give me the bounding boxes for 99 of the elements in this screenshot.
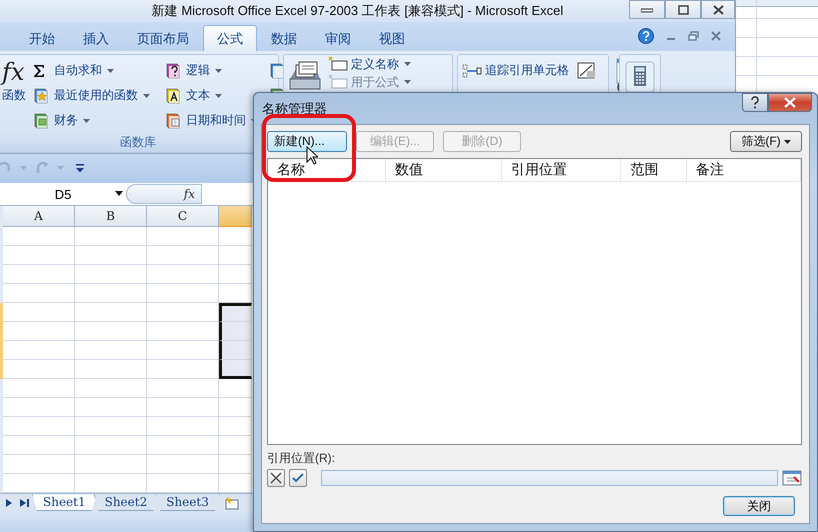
column-header[interactable]: A	[3, 206, 75, 228]
maximize-button[interactable]	[665, 0, 701, 19]
cancel-button[interactable]	[267, 469, 285, 487]
ribbon-tab[interactable]: 插入	[69, 25, 123, 52]
sheet-tab[interactable]: Sheet1	[32, 494, 97, 512]
last-sheet-icon[interactable]	[20, 499, 29, 508]
row-header[interactable]	[0, 265, 3, 284]
minimize-button[interactable]	[629, 0, 665, 19]
caret-icon	[215, 94, 222, 98]
book-icon	[164, 86, 182, 105]
row-header[interactable]	[0, 227, 3, 246]
row-header[interactable]	[0, 398, 3, 418]
function-icon[interactable]: fx	[2, 57, 24, 88]
group-label: 函数库	[119, 134, 157, 150]
row-header[interactable]	[0, 455, 3, 474]
row-header[interactable]	[0, 417, 3, 436]
error-check-icon[interactable]	[577, 62, 597, 80]
cross-icon	[270, 472, 282, 484]
column-header[interactable]: 引用位置	[502, 159, 622, 181]
column-header[interactable]: 备注	[686, 159, 802, 181]
redo-icon[interactable]	[35, 161, 49, 176]
ribbon-menu-button[interactable]: 逻辑	[186, 62, 210, 80]
refers-to-field[interactable]	[320, 470, 778, 486]
insert-function-button[interactable]: 函数	[2, 87, 26, 104]
ribbon-menu-button[interactable]: 财务	[54, 112, 78, 130]
caret-icon	[404, 80, 411, 84]
customize-icon[interactable]	[76, 164, 84, 173]
ribbon-tab[interactable]: 公式	[203, 25, 257, 52]
column-header[interactable]	[219, 206, 252, 228]
close-icon[interactable]	[711, 30, 721, 41]
pointer-icon	[306, 146, 318, 165]
dropdown-icon[interactable]	[115, 191, 123, 196]
define-name-icon[interactable]	[328, 56, 348, 72]
row-header[interactable]	[0, 284, 3, 304]
ribbon-menu-button[interactable]: 定义名称	[351, 56, 399, 73]
ribbon-menu-button[interactable]: 最近使用的函数	[54, 87, 138, 104]
help-icon[interactable]	[638, 28, 654, 44]
trace-arrow-icon[interactable]	[462, 64, 482, 78]
column-header[interactable]: 数值	[386, 159, 502, 181]
caret-icon	[215, 68, 222, 73]
filter-button[interactable]: 筛选(F)	[730, 131, 802, 152]
close-icon	[783, 97, 797, 108]
ribbon-menu-button[interactable]: 日期和时间	[186, 112, 246, 130]
caret-icon[interactable]	[20, 166, 27, 170]
caret-icon	[143, 94, 150, 98]
collapse-dialog-icon[interactable]	[782, 470, 802, 486]
book-icon	[268, 62, 286, 80]
window-title: 新建 Microsoft Office Excel 97-2003 工作表 [兼容模式] - Microsoft Excel	[152, 2, 564, 20]
maximize-icon	[678, 4, 688, 14]
caret-icon	[404, 62, 411, 66]
caret-icon	[83, 118, 90, 123]
ribbon-tab[interactable]: 视图	[365, 25, 419, 52]
book-icon	[32, 86, 50, 105]
close-icon	[712, 4, 724, 14]
ribbon-tab[interactable]: 开始	[15, 25, 69, 52]
row-header[interactable]	[0, 246, 3, 266]
row-header[interactable]	[0, 341, 3, 360]
check-icon	[292, 473, 304, 483]
ribbon-menu-button[interactable]: 自动求和	[54, 62, 102, 80]
refers-to-label: 引用位置(R):	[267, 450, 336, 467]
ribbon-menu-button[interactable]: 文本	[186, 87, 210, 104]
confirm-button[interactable]	[288, 469, 307, 487]
column-header[interactable]: C	[147, 206, 219, 228]
close-dialog-button[interactable]: 关闭	[723, 496, 795, 516]
minimize-icon	[641, 6, 653, 12]
sigma-icon	[32, 64, 46, 78]
dialog-title: 名称管理器	[262, 100, 327, 118]
names-list[interactable]: 名称 数值 引用位置 范围 备注	[267, 158, 802, 445]
row-header[interactable]	[0, 436, 3, 456]
row-header[interactable]	[0, 303, 3, 322]
calculator-icon[interactable]	[625, 61, 655, 94]
row-header[interactable]	[0, 379, 3, 398]
book-icon	[32, 112, 50, 130]
caret-icon	[784, 140, 791, 144]
ribbon-tab[interactable]: 页面布局	[123, 25, 203, 52]
ribbon-tab[interactable]: 数据	[257, 25, 311, 52]
help-button[interactable]	[742, 93, 768, 112]
sheet-tab[interactable]: Sheet2	[94, 494, 158, 512]
column-header[interactable]: 范围	[621, 159, 687, 181]
sheet-tab[interactable]: Sheet3	[155, 494, 220, 512]
restore-icon[interactable]	[688, 30, 699, 41]
column-header[interactable]: B	[75, 206, 147, 228]
row-header[interactable]	[0, 474, 3, 494]
caret-icon	[107, 68, 114, 73]
ribbon-tab[interactable]: 审阅	[311, 25, 365, 52]
close-button[interactable]	[768, 93, 812, 112]
spreadsheet-cell[interactable]	[219, 303, 252, 322]
caret-icon[interactable]	[57, 166, 64, 170]
book-icon	[164, 112, 182, 130]
row-header[interactable]	[0, 360, 3, 380]
dialog-button[interactable]: 新建(N)...	[267, 131, 347, 152]
help-icon	[750, 96, 760, 109]
insert-function-button[interactable]: fx	[126, 184, 202, 204]
ribbon-menu-button[interactable]: 追踪引用单元格	[485, 62, 569, 80]
close-button[interactable]	[701, 0, 735, 19]
book-icon	[164, 62, 182, 80]
name-box[interactable]: D5	[0, 183, 126, 206]
next-sheet-icon[interactable]	[6, 499, 12, 508]
row-header[interactable]	[0, 322, 3, 342]
